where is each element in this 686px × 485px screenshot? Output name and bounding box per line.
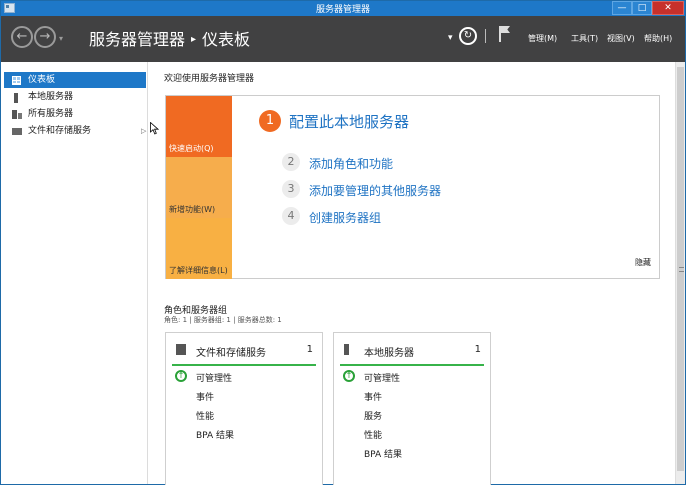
back-button[interactable]: ← (11, 26, 33, 48)
role-card-file-storage[interactable]: 文件和存储服务 1 ↑ 可管理性 事件 性能 BPA 结果 (165, 332, 323, 485)
dashboard-icon (12, 76, 21, 85)
tile-whats-new[interactable]: 新增功能(W) (166, 157, 232, 218)
sidebar-item-file-storage[interactable]: 文件和存储服务 ▷ (4, 123, 146, 139)
scroll-grip-icon (679, 267, 684, 272)
sidebar-item-label: 文件和存储服务 (28, 126, 92, 136)
refresh-icon[interactable]: ↻ (459, 27, 477, 45)
mouse-pointer-icon (150, 122, 159, 135)
card-row-performance[interactable]: 性能 (196, 409, 214, 422)
roles-summary: 角色: 1 | 服务器组: 1 | 服务器总数: 1 (164, 316, 282, 324)
server-icon (344, 344, 349, 355)
menu-tools[interactable]: 工具(T) (571, 33, 598, 44)
menu-manage[interactable]: 管理(M) (528, 33, 557, 44)
ok-status-icon: ↑ (343, 370, 355, 382)
breadcrumb-current: 仪表板 (202, 30, 251, 49)
close-button[interactable]: ✕ (652, 1, 684, 15)
toolbar: ← → ▾ 服务器管理器 ▸ 仪表板 ▾ ↻ 管理(M) 工具(T) 视图(V) 帮… (1, 16, 685, 62)
tile-label: 快速启动(Q) (169, 144, 214, 153)
step-link[interactable]: 添加角色和功能 (309, 155, 393, 172)
hide-link[interactable]: 隐藏 (635, 257, 651, 268)
breadcrumb: 服务器管理器 ▸ 仪表板 (89, 26, 250, 50)
sidebar-item-label: 仪表板 (28, 75, 56, 85)
card-count: 1 (306, 344, 313, 355)
card-row-manageability[interactable]: 可管理性 (364, 371, 400, 384)
tile-quick-start[interactable]: 快速启动(Q) (166, 96, 232, 157)
status-bar (340, 364, 484, 366)
menu-help[interactable]: 帮助(H) (644, 33, 672, 44)
sidebar-item-label: 本地服务器 (28, 92, 74, 102)
step-link[interactable]: 配置此本地服务器 (289, 111, 409, 132)
step-number-badge: 1 (259, 110, 281, 132)
breadcrumb-separator-icon: ▸ (191, 34, 197, 45)
ok-status-icon: ↑ (175, 370, 187, 382)
history-dropdown-icon[interactable]: ▾ (59, 34, 63, 43)
role-card-local-server[interactable]: 本地服务器 1 ↑ 可管理性 事件 服务 性能 BPA 结果 (333, 332, 491, 485)
card-row-manageability[interactable]: 可管理性 (196, 371, 232, 384)
step-link[interactable]: 添加要管理的其他服务器 (309, 182, 441, 199)
forward-button[interactable]: → (34, 26, 56, 48)
notifications-flag-icon[interactable] (499, 26, 511, 42)
sidebar: 仪表板 本地服务器 所有服务器 文件和存储服务 ▷ (1, 62, 148, 484)
card-row-bpa[interactable]: BPA 结果 (196, 428, 234, 441)
storage-icon (12, 128, 22, 135)
step-number-badge: 3 (282, 180, 300, 198)
sidebar-item-local-server[interactable]: 本地服务器 (4, 89, 146, 105)
window-title: 服务器管理器 (315, 5, 370, 15)
card-title[interactable]: 本地服务器 (364, 344, 414, 359)
card-row-events[interactable]: 事件 (364, 390, 382, 403)
card-row-services[interactable]: 服务 (364, 409, 382, 422)
card-count: 1 (474, 344, 481, 355)
server-manager-window: 服务器管理器 — □ ✕ ← → ▾ 服务器管理器 ▸ 仪表板 ▾ ↻ 管理(M) … (0, 0, 686, 485)
card-title[interactable]: 文件和存储服务 (196, 344, 266, 359)
card-row-bpa[interactable]: BPA 结果 (364, 447, 402, 460)
sidebar-item-all-servers[interactable]: 所有服务器 (4, 106, 146, 122)
tile-label: 了解详细信息(L) (169, 266, 228, 275)
step-link[interactable]: 创建服务器组 (309, 209, 381, 226)
main-scrollbar[interactable] (675, 62, 685, 484)
expand-arrow-icon[interactable]: ▷ (141, 123, 146, 139)
toolbar-divider (485, 29, 486, 43)
storage-icon (176, 344, 186, 355)
step-number-badge: 4 (282, 207, 300, 225)
status-bar (172, 364, 316, 366)
sidebar-item-dashboard[interactable]: 仪表板 (4, 72, 146, 88)
card-row-events[interactable]: 事件 (196, 390, 214, 403)
welcome-panel: 快速启动(Q) 新增功能(W) 了解详细信息(L) 1 配置此本地服务器 2 添… (165, 95, 660, 279)
restore-button[interactable]: □ (632, 1, 652, 15)
card-row-performance[interactable]: 性能 (364, 428, 382, 441)
server-icon (14, 93, 18, 103)
minimize-button[interactable]: — (612, 1, 632, 15)
dashboard-main: 欢迎使用服务器管理器 快速启动(Q) 新增功能(W) 了解详细信息(L) 1 配… (149, 62, 673, 485)
menu-view[interactable]: 视图(V) (607, 33, 635, 44)
breadcrumb-root[interactable]: 服务器管理器 (89, 30, 185, 49)
scrollbar-thumb[interactable] (677, 67, 684, 471)
tile-label: 新增功能(W) (169, 205, 216, 214)
title-bar: 服务器管理器 — □ ✕ (1, 1, 685, 16)
refresh-dropdown-icon[interactable]: ▾ (448, 33, 453, 43)
sidebar-item-label: 所有服务器 (28, 109, 74, 119)
step-number-badge: 2 (282, 153, 300, 171)
servers-icon (12, 110, 22, 119)
tile-learn-more[interactable]: 了解详细信息(L) (166, 218, 232, 279)
welcome-title: 欢迎使用服务器管理器 (164, 74, 255, 84)
